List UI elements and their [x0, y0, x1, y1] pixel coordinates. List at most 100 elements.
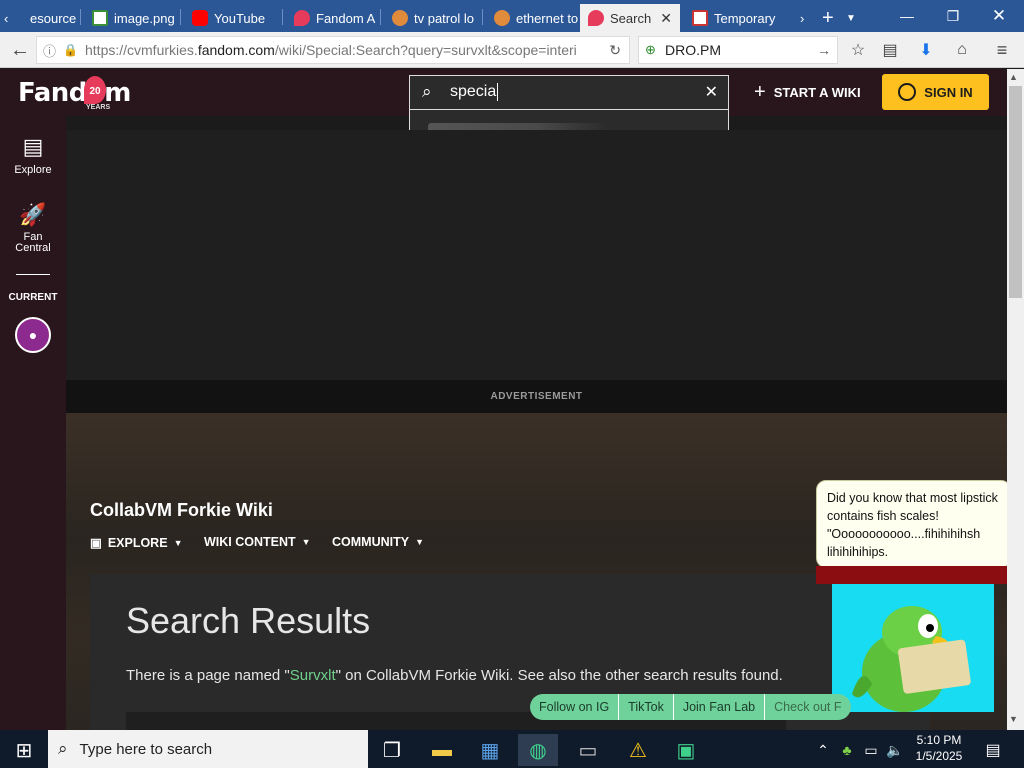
chevron-down-icon: ▼ — [415, 537, 424, 547]
clear-search-icon[interactable]: ✕ — [705, 82, 718, 102]
user-icon — [898, 83, 917, 101]
home-icon[interactable]: ⌂ — [950, 38, 974, 62]
current-wiki-avatar[interactable]: ● — [15, 317, 51, 353]
back-arrow-icon[interactable]: ← — [8, 38, 32, 62]
notification-icon[interactable]: ▤ — [978, 734, 1008, 766]
browser-taskbar-icon[interactable]: ◍ — [518, 734, 558, 766]
file-explorer-icon[interactable]: ▬ — [422, 734, 462, 766]
start-a-wiki-button[interactable]: + START A WIKI — [754, 80, 861, 103]
plus-icon: + — [754, 80, 766, 103]
rail-divider — [16, 274, 50, 275]
speech-bubble: Did you know that most lipstick contains… — [816, 480, 1011, 568]
fandom-flame-icon — [588, 10, 604, 26]
scroll-down-arrow-icon[interactable]: ▼ — [1009, 714, 1018, 724]
close-window-button[interactable]: ✕ — [976, 0, 1022, 32]
task-view-icon[interactable]: ❐ — [372, 734, 412, 766]
download-icon[interactable]: ⬇ — [914, 38, 938, 62]
check-out-link[interactable]: Check out F — [765, 694, 850, 720]
search-icon: ⌕ — [422, 82, 432, 101]
url-prefix: https://cvmfurkies. — [85, 42, 198, 58]
address-bar[interactable]: ⓘ 🔒 https://cvmfurkies. fandom.com/wiki/S… — [36, 36, 630, 64]
new-tab-button[interactable]: + — [818, 4, 842, 32]
site-icon — [692, 10, 708, 26]
wiki-name[interactable]: CollabVM Forkie Wiki — [90, 500, 273, 521]
rocket-icon: 🚀 — [19, 202, 47, 227]
advertisement-label: ADVERTISEMENT — [66, 380, 1007, 413]
reading-list-icon[interactable]: ▤ — [878, 38, 902, 62]
tab-image-png[interactable]: image.png — [84, 4, 176, 32]
nav-community[interactable]: COMMUNITY ▼ — [332, 535, 424, 549]
tab-youtube[interactable]: YouTube — [184, 4, 280, 32]
tiktok-link[interactable]: TikTok — [619, 694, 674, 720]
scroll-tabs-left-button[interactable]: ‹ — [0, 4, 24, 32]
network-icon[interactable]: ▭ — [860, 734, 882, 766]
rail-fan-central[interactable]: 🚀 Fan Central — [0, 202, 66, 254]
search-input[interactable]: specia — [450, 83, 499, 101]
url-path: /wiki/Special:Search?query=survxlt&scope… — [274, 42, 577, 58]
search-input-row: ⌕ specia ✕ — [410, 76, 728, 110]
tab-search[interactable]: Search ✕ — [580, 4, 680, 32]
warning-icon[interactable]: ⚠ — [618, 734, 658, 766]
page-title: Search Results — [126, 600, 371, 641]
site-icon — [494, 10, 510, 26]
tab-tv-patrol[interactable]: tv patrol lo — [384, 4, 480, 32]
lock-icon: 🔒 — [63, 43, 78, 57]
tab-list-button[interactable]: ▼ — [844, 4, 862, 32]
reload-icon[interactable]: ↻ — [609, 42, 621, 59]
fandom-logo[interactable]: Fandom — [18, 78, 131, 108]
browser-nav-bar: ← ⓘ 🔒 https://cvmfurkies. fandom.com/wiki… — [0, 32, 1024, 68]
search-engine-icon: ⊕ — [645, 42, 656, 57]
info-icon[interactable]: ⓘ — [43, 41, 56, 60]
tab-resource[interactable]: esource H — [22, 4, 78, 32]
social-bar: Follow on IG TikTok Join Fan Lab Check o… — [530, 694, 851, 720]
left-rail: ▤ Explore 🚀 Fan Central CURRENT ● — [0, 116, 66, 730]
terminal-icon[interactable]: ▭ — [568, 734, 608, 766]
app-icon[interactable]: ▦ — [470, 734, 510, 766]
scrollbar-thumb[interactable] — [1009, 86, 1022, 298]
tab-temporary[interactable]: Temporary — [684, 4, 794, 32]
minimize-button[interactable]: — — [884, 0, 930, 32]
nav-explore[interactable]: ▣ EXPLORE ▼ — [90, 535, 183, 551]
search-go-arrow-icon[interactable]: → — [817, 42, 831, 58]
bubble-text: Did you know that most lipstick contains… — [827, 491, 998, 559]
rail-current-label: CURRENT — [8, 292, 58, 303]
browser-tab-bar: ‹ esource H image.png YouTube Fandom A t… — [0, 0, 1024, 32]
menu-icon[interactable]: ≡ — [990, 38, 1014, 62]
restore-button[interactable]: ❐ — [930, 0, 976, 32]
result-page-link[interactable]: Survxlt — [290, 667, 336, 684]
scroll-tabs-right-button[interactable]: › — [796, 4, 818, 32]
sign-in-button[interactable]: SIGN IN — [882, 74, 989, 110]
tab-label: image.png — [114, 10, 175, 26]
clock-time: 5:10 PM — [916, 733, 962, 747]
taskbar-search[interactable]: ⌕ Type here to search — [48, 730, 368, 768]
badge-number: 20 — [89, 86, 101, 97]
close-tab-icon[interactable]: ✕ — [660, 10, 672, 27]
tab-label: esource H — [30, 10, 78, 26]
parrot-character[interactable] — [832, 584, 994, 712]
rail-explore[interactable]: ▤ Explore — [0, 134, 66, 176]
bookmark-star-icon[interactable]: ☆ — [846, 38, 870, 62]
app-icon[interactable]: ▣ — [666, 734, 706, 766]
anniversary-badge: 20 — [84, 76, 106, 104]
url-domain: fandom.com — [197, 42, 275, 58]
join-fan-lab-link[interactable]: Join Fan Lab — [674, 694, 766, 720]
logo-years: YEARS — [86, 104, 111, 111]
volume-icon[interactable]: 🔈 — [884, 734, 906, 766]
search-engine-box[interactable]: ⊕ DRO.PM → — [638, 36, 838, 64]
tray-app-icon[interactable]: ♣ — [836, 734, 858, 766]
chevron-up-icon[interactable]: ⌃ — [812, 734, 834, 766]
taskbar-search-placeholder: Type here to search — [79, 740, 213, 758]
start-wiki-label: START A WIKI — [773, 84, 861, 100]
scroll-up-arrow-icon[interactable]: ▲ — [1009, 72, 1018, 82]
image-icon — [92, 10, 108, 26]
follow-on-ig-link[interactable]: Follow on IG — [530, 694, 620, 720]
tab-label: Fandom A — [316, 10, 376, 26]
chevron-down-icon: ▼ — [173, 537, 183, 548]
explore-icon: ▤ — [22, 134, 44, 159]
nav-wiki-content[interactable]: WIKI CONTENT ▼ — [204, 535, 311, 549]
start-windows-icon[interactable]: ⊞ — [4, 734, 44, 766]
system-clock[interactable]: 5:10 PM 1/5/2025 — [910, 732, 968, 764]
tab-ethernet[interactable]: ethernet to — [486, 4, 578, 32]
tab-fandom[interactable]: Fandom A — [286, 4, 376, 32]
parrot-icon — [852, 606, 971, 712]
